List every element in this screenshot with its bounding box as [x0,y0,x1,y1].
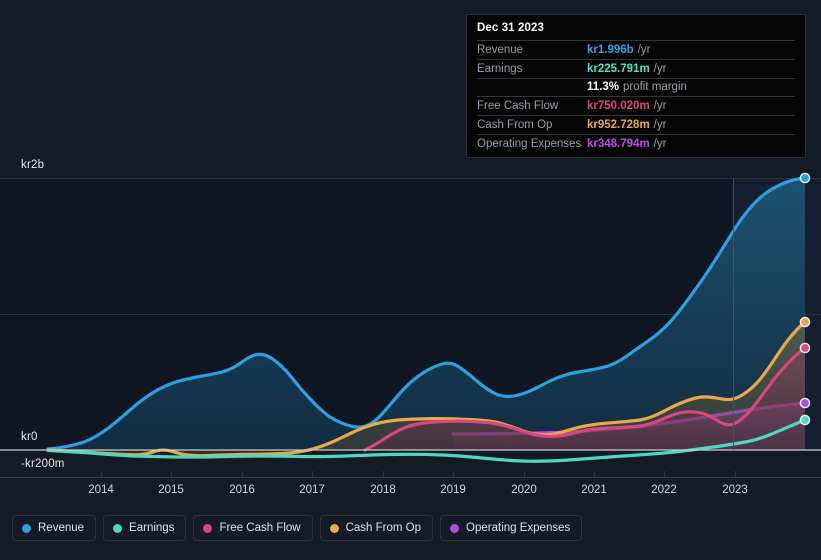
tooltip-row-unit: /yr [653,137,667,150]
x-axis-tick-2018 [383,471,384,477]
legend-color-swatch [22,523,31,533]
legend-item-revenue[interactable]: Revenue [12,515,97,541]
legend-item-cash-from-op[interactable]: Cash From Op [319,515,434,541]
tooltip-row: Operating Expenses kr348.794m/yr [477,133,795,153]
tooltip-row-value: kr348.794m [587,137,650,150]
legend-item-label: Cash From Op [345,522,422,534]
y-axis-label-top: kr2b [21,159,45,171]
legend-color-swatch [203,523,213,533]
legend-item-label: Free Cash Flow [219,522,301,534]
x-axis-label-2014: 2014 [88,484,114,496]
tooltip-row-value: kr952.728m [587,119,650,132]
legend-color-swatch [329,523,339,533]
x-axis-label-2016: 2016 [229,484,255,496]
endpoint-marker-earnings [799,414,811,426]
x-axis-tick-2019 [453,471,454,477]
tooltip-row-unit: /yr [637,43,651,56]
legend-color-swatch [113,523,123,533]
x-axis-line [0,477,821,478]
x-axis-label-2018: 2018 [370,484,396,496]
tooltip-row-value: kr750.020m [587,100,650,113]
y-axis-label-zero: kr0 [21,431,38,443]
endpoint-marker-free-cash-flow [799,342,811,354]
x-axis-tick-2015 [171,471,172,477]
financial-chart-page: kr2b kr0 -kr200m 2014 2015 2016 2017 2018 201… [0,0,821,560]
tooltip-row-label: Earnings [477,62,523,75]
tooltip-row-label: Cash From Op [477,119,553,132]
tooltip-row: Cash From Op kr952.728m/yr [477,115,795,134]
legend-item-free-cash-flow[interactable]: Free Cash Flow [193,515,313,541]
tooltip-row-label: Operating Expenses [477,137,582,150]
x-axis-tick-2017 [312,471,313,477]
legend-color-swatch [450,523,460,533]
x-axis-label-2022: 2022 [651,484,677,496]
legend-item-label: Revenue [38,522,85,534]
x-axis-label-2020: 2020 [511,484,537,496]
legend-item-earnings[interactable]: Earnings [103,515,187,541]
x-axis-label-2023: 2023 [722,484,748,496]
tooltip-row-value: kr1.996b [587,43,634,56]
tooltip-row: Free Cash Flow kr750.020m/yr [477,96,795,115]
x-axis-tick-2020 [524,471,525,477]
tooltip-row-unit: /yr [653,119,667,132]
x-axis-tick-2021 [594,471,595,477]
chart-legend[interactable]: Revenue Earnings Free Cash Flow Cash From O… [12,515,583,541]
endpoint-marker-cash-from-op [799,316,811,328]
tooltip-row: Earnings kr225.791m/yr [477,58,795,78]
x-axis-label-2021: 2021 [581,484,607,496]
tooltip-row-label: Free Cash Flow [477,100,559,113]
tooltip-row-value: kr225.791m [587,62,650,75]
tooltip-row-unit: /yr [653,100,667,113]
x-axis-tick-2014 [101,471,102,477]
data-tooltip: Dec 31 2023 Revenue kr1.996b/yr Earnings kr… [466,14,806,158]
tooltip-row-value: 11.3% [587,81,619,94]
tooltip-date: Dec 31 2023 [477,22,544,34]
endpoint-marker-revenue [799,172,811,184]
x-axis-tick-2016 [242,471,243,477]
y-axis-label-bottom: -kr200m [21,458,65,470]
tooltip-rows: Revenue kr1.996b/yr Earnings kr225.791m/yr 1… [477,40,795,153]
x-axis-label-2015: 2015 [158,484,184,496]
endpoint-marker-operating-expenses [799,397,811,409]
x-axis-tick-2023 [735,471,736,477]
tooltip-row: Revenue kr1.996b/yr [477,40,795,59]
x-axis-label-2019: 2019 [440,484,466,496]
tooltip-row: 11.3% profit margin [477,77,795,97]
x-axis-tick-2022 [664,471,665,477]
x-axis-label-2017: 2017 [299,484,325,496]
legend-item-label: Operating Expenses [466,522,571,534]
legend-item-operating-expenses[interactable]: Operating Expenses [440,515,583,541]
tooltip-row-label: Revenue [477,43,524,56]
tooltip-row-unit: /yr [653,62,667,75]
tooltip-row-unit: profit margin [622,81,687,94]
legend-item-label: Earnings [129,522,175,534]
